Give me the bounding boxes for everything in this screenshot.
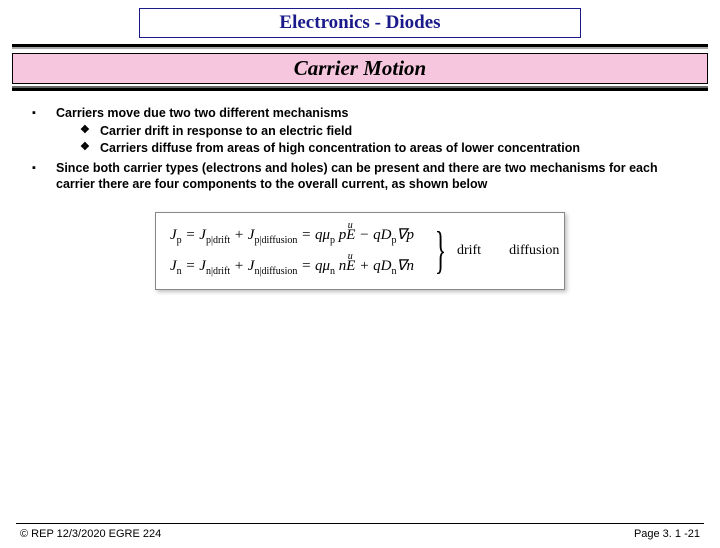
- equation-jp: Jp = Jp|drift + Jp|diffusion = qμp puE −…: [170, 223, 414, 248]
- subtitle-box: Carrier Motion: [12, 53, 708, 84]
- subtitle: Carrier Motion: [294, 56, 426, 80]
- equation-box: Jp = Jp|drift + Jp|diffusion = qμp puE −…: [155, 212, 565, 290]
- footer-left: © REP 12/3/2020 EGRE 224: [20, 528, 161, 540]
- bullet-1b: Carriers diffuse from areas of high conc…: [56, 140, 692, 156]
- equation-lines: Jp = Jp|drift + Jp|diffusion = qμp puE −…: [170, 223, 414, 279]
- page-title: Electronics - Diodes: [279, 12, 440, 33]
- equation-bracket: } drift diffusion: [428, 225, 559, 277]
- footer-right: Page 3. 1 -21: [634, 528, 700, 540]
- bullet-1: Carriers move due two two different mech…: [28, 105, 692, 156]
- bullet-2: Since both carrier types (electrons and …: [28, 160, 692, 192]
- footer: © REP 12/3/2020 EGRE 224 Page 3. 1 -21: [0, 523, 720, 540]
- title-rule: [0, 44, 720, 49]
- equation-jn: Jn = Jn|drift + Jn|diffusion = qμn nuE +…: [170, 254, 414, 279]
- bullet-1a: Carrier drift in response to an electric…: [56, 123, 692, 139]
- title-box: Electronics - Diodes: [139, 8, 581, 38]
- bullet-1-text: Carriers move due two two different mech…: [56, 106, 348, 120]
- body-content: Carriers move due two two different mech…: [28, 105, 692, 290]
- subtitle-rule-thick: [12, 88, 708, 91]
- footer-rule: [16, 523, 704, 524]
- drift-label: drift: [457, 242, 481, 260]
- diffusion-label: diffusion: [509, 242, 559, 260]
